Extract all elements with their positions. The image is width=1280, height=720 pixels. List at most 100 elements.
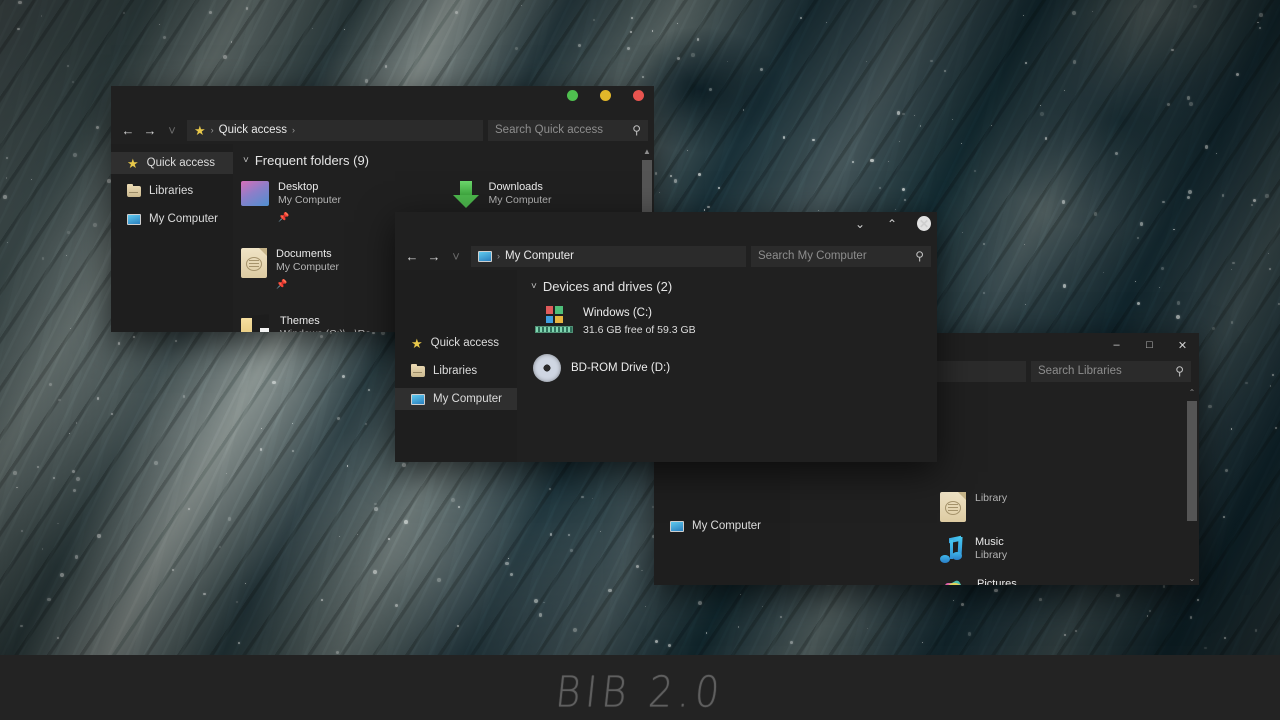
quick-access-address-bar[interactable]: ★ › Quick access › <box>187 119 483 141</box>
list-item[interactable]: Pictures Library <box>790 571 1199 585</box>
back-button[interactable]: ← <box>117 119 139 141</box>
search-placeholder: Search Quick access <box>495 124 604 136</box>
folder-icon <box>127 183 141 197</box>
my-computer-search-box[interactable]: Search My Computer ⚲ <box>751 245 931 267</box>
breadcrumb-separator: › <box>210 125 214 135</box>
minimize-button[interactable]: – <box>1100 333 1133 357</box>
chevron-down-icon[interactable]: ˅ <box>243 155 249 166</box>
list-item-sub: My Computer <box>488 194 552 206</box>
list-item[interactable]: Music Library <box>790 529 1199 571</box>
my-computer-titlebar[interactable]: ⌄ ⌃ ✕ <box>395 212 937 242</box>
chevron-down-icon[interactable]: ˅ <box>531 281 537 292</box>
optical-disc-icon <box>533 354 561 382</box>
list-item-name: Documents <box>276 248 332 260</box>
monitor-icon <box>478 250 492 262</box>
scrollbar-thumb[interactable] <box>1187 401 1197 521</box>
forward-button[interactable]: → <box>139 119 161 141</box>
list-item-name: Themes <box>280 315 320 327</box>
watermark-text: BIB 2.0 <box>553 667 727 717</box>
quick-access-search-box[interactable]: Search Quick access ⚲ <box>488 119 648 141</box>
list-item-name: Music <box>975 536 1004 548</box>
my-computer-address-bar[interactable]: › My Computer <box>471 245 746 267</box>
search-icon[interactable]: ⚲ <box>907 249 924 263</box>
music-icon <box>940 535 966 564</box>
list-item-sub: Library <box>975 492 1008 504</box>
group-header-frequent-folders[interactable]: ˅ Frequent folders (9) <box>233 144 654 174</box>
close-button[interactable]: ✕ <box>917 216 931 231</box>
my-computer-window-controls[interactable]: ⌄ ⌃ ✕ <box>853 216 931 231</box>
my-computer-nav-pane[interactable]: ★ Quick access Libraries My Computer <box>395 270 517 462</box>
libraries-vertical-scrollbar[interactable]: ⌃ ⌄ <box>1185 385 1199 585</box>
scroll-down-icon[interactable]: ⌄ <box>1185 571 1199 585</box>
list-item[interactable]: Library <box>790 485 1199 529</box>
downloads-arrow-icon <box>452 181 480 209</box>
scroll-up-icon[interactable]: ▲ <box>640 144 654 158</box>
libraries-window-controls[interactable]: – □ ✕ <box>1100 333 1199 357</box>
bottom-bar: BIB 2.0 <box>0 655 1280 720</box>
drive-capacity-text: 31.6 GB free of 59.3 GB <box>583 324 696 336</box>
group-header-label: Devices and drives (2) <box>542 279 673 294</box>
star-icon: ★ <box>411 335 423 351</box>
recent-locations-button[interactable]: ˅ <box>445 245 467 267</box>
sidebar-item-label: Libraries <box>149 185 194 197</box>
monitor-icon <box>670 520 684 532</box>
sidebar-item-quick-access[interactable]: ★ Quick access <box>395 332 517 354</box>
group-header-devices-and-drives[interactable]: ˅ Devices and drives (2) <box>517 270 937 300</box>
list-item-sub: Library <box>975 549 1008 561</box>
scrollbar-thumb[interactable] <box>642 160 652 220</box>
libraries-search-placeholder: Search Libraries <box>1038 365 1122 377</box>
sidebar-item-quick-access[interactable]: ★ Quick access <box>111 152 233 174</box>
quick-access-nav-pane[interactable]: ★ Quick access Libraries My Computer <box>111 144 233 332</box>
close-dot-button[interactable] <box>633 90 644 101</box>
search-icon[interactable]: ⚲ <box>624 123 641 137</box>
windows-logo-icon <box>545 306 563 323</box>
quick-access-window-controls[interactable] <box>567 90 644 101</box>
minimize-button[interactable]: ⌄ <box>853 217 867 231</box>
themes-folder-icon <box>241 314 271 332</box>
close-button[interactable]: ✕ <box>1166 333 1199 357</box>
scroll-up-icon[interactable]: ⌃ <box>1185 385 1199 399</box>
star-icon: ★ <box>127 155 139 171</box>
list-item-sub: My Computer <box>278 194 342 206</box>
my-computer-content[interactable]: ˅ Devices and drives (2) Windows (C:) 31… <box>517 270 937 462</box>
quick-access-navbar[interactable]: ← → ˅ ★ › Quick access › Search Quick ac… <box>111 116 654 144</box>
sidebar-item-label: Quick access <box>430 337 500 349</box>
drive-name: Windows (C:) <box>583 307 653 319</box>
window-my-computer[interactable]: ⌄ ⌃ ✕ ← → ˅ › My Computer Search My Comp… <box>395 212 937 462</box>
pictures-icon <box>940 578 968 585</box>
my-computer-navbar[interactable]: ← → ˅ › My Computer Search My Computer ⚲ <box>395 242 937 270</box>
list-item-sub: Windows (C:)\...\Re <box>280 328 371 332</box>
libraries-search-box[interactable]: Search Libraries ⚲ <box>1031 360 1191 382</box>
sidebar-item-my-computer[interactable]: My Computer <box>111 208 233 230</box>
breadcrumb-current[interactable]: Quick access <box>219 124 287 136</box>
quick-access-titlebar[interactable] <box>111 86 654 116</box>
star-icon: ★ <box>194 122 206 138</box>
minimize-dot-button[interactable] <box>567 90 578 101</box>
folder-icon <box>411 363 425 377</box>
maximize-dot-button[interactable] <box>600 90 611 101</box>
sidebar-item-libraries[interactable]: Libraries <box>395 360 517 382</box>
sidebar-item-label: My Computer <box>149 213 219 225</box>
back-button[interactable]: ← <box>401 245 423 267</box>
sidebar-item-my-computer[interactable]: My Computer <box>395 388 517 410</box>
desktop-screen: BIB 2.0 – □ ✕ Search Libraries ⚲ My Comp… <box>0 0 1280 720</box>
maximize-button[interactable]: □ <box>1133 333 1166 357</box>
search-icon[interactable]: ⚲ <box>1167 364 1184 378</box>
documents-icon <box>940 492 966 522</box>
sidebar-item-my-computer[interactable]: My Computer <box>654 515 790 537</box>
drive-item-windows-c[interactable]: Windows (C:) 31.6 GB free of 59.3 GB <box>517 300 937 336</box>
recent-locations-button[interactable]: ˅ <box>161 119 183 141</box>
monitor-icon <box>127 213 141 225</box>
list-item-sub: My Computer <box>276 261 340 273</box>
drive-item-bd-rom-d[interactable]: BD-ROM Drive (D:) <box>517 336 937 382</box>
breadcrumb-current[interactable]: My Computer <box>505 250 574 262</box>
pin-icon: 📌 <box>276 279 288 289</box>
search-placeholder: Search My Computer <box>758 250 867 262</box>
desktop-thumbnail-icon <box>241 181 269 206</box>
sidebar-item-libraries[interactable]: Libraries <box>111 180 233 202</box>
forward-button[interactable]: → <box>423 245 445 267</box>
monitor-icon <box>411 393 425 405</box>
maximize-button[interactable]: ⌃ <box>885 217 899 231</box>
pin-icon: 📌 <box>278 212 290 222</box>
breadcrumb-separator: › <box>497 251 500 261</box>
